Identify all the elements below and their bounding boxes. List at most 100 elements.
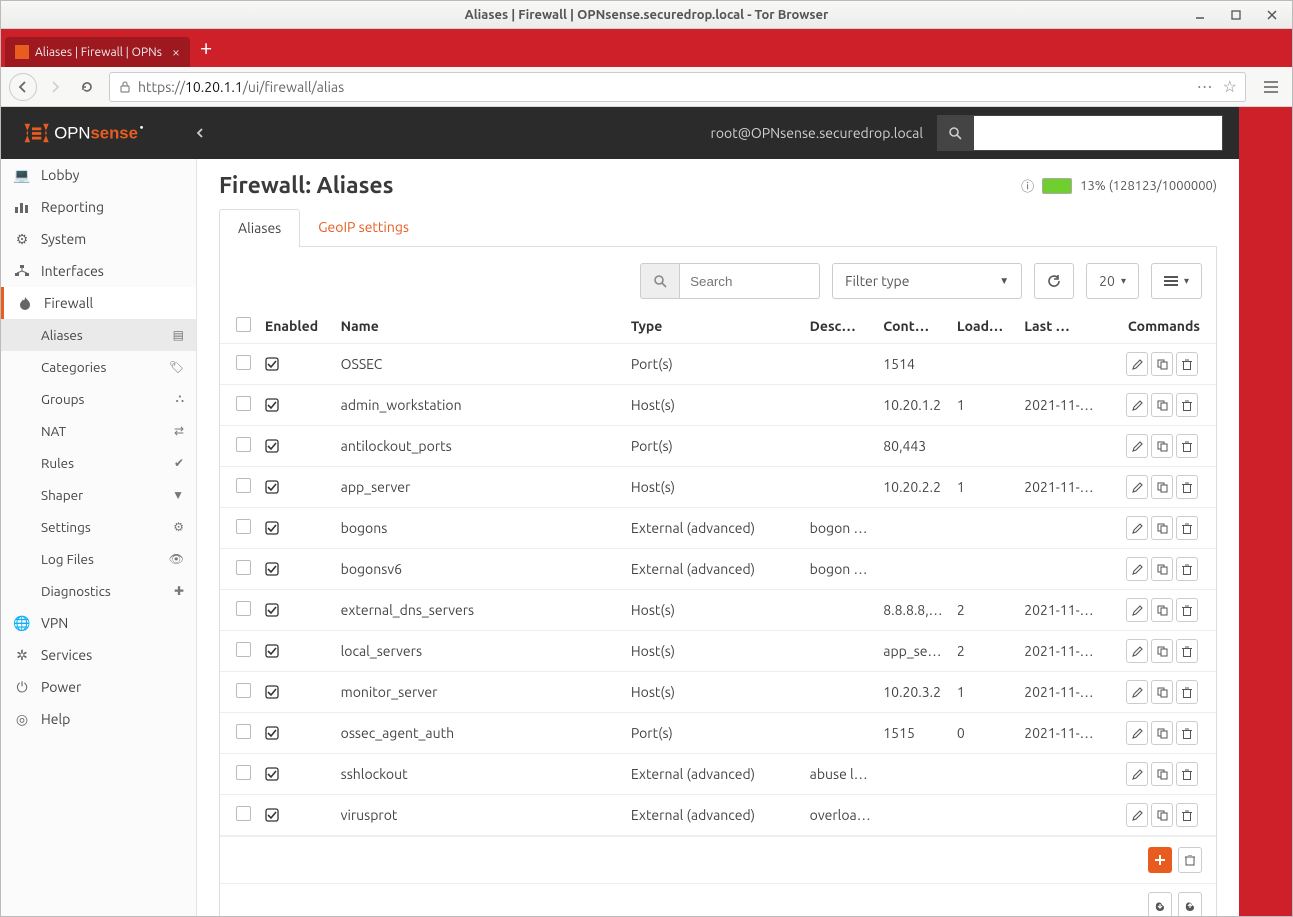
col-loaded[interactable]: Load… [951, 309, 1018, 344]
row-select-checkbox[interactable] [236, 806, 251, 821]
edit-button[interactable] [1126, 393, 1148, 417]
row-select-checkbox[interactable] [236, 396, 251, 411]
delete-button[interactable] [1176, 721, 1198, 745]
clone-button[interactable] [1151, 434, 1173, 458]
table-row[interactable]: admin_workstationHost(s)10.20.1.212021-1… [220, 385, 1216, 426]
delete-button[interactable] [1176, 639, 1198, 663]
edit-button[interactable] [1126, 352, 1148, 376]
table-row[interactable]: ossec_agent_authPort(s)151502021-11-… [220, 713, 1216, 754]
header-search-input[interactable] [973, 115, 1223, 151]
row-select-checkbox[interactable] [236, 478, 251, 493]
clone-button[interactable] [1151, 557, 1173, 581]
sidebar-sub-log-files[interactable]: Log Files👁 [1, 543, 196, 575]
back-button[interactable] [9, 73, 37, 101]
col-name[interactable]: Name [335, 309, 625, 344]
row-select-checkbox[interactable] [236, 683, 251, 698]
row-select-checkbox[interactable] [236, 642, 251, 657]
clone-button[interactable] [1151, 762, 1173, 786]
browser-tab[interactable]: Aliases | Firewall | OPNs × [5, 37, 190, 67]
sidebar-item-services[interactable]: ✲Services [1, 639, 196, 671]
edit-button[interactable] [1126, 434, 1148, 458]
edit-button[interactable] [1126, 598, 1148, 622]
upload-button[interactable] [1178, 892, 1202, 916]
sidebar-toggle-icon[interactable] [195, 126, 205, 140]
maximize-button[interactable] [1228, 7, 1244, 23]
filter-type-dropdown[interactable]: Filter type▼ [832, 263, 1022, 299]
info-circle-icon[interactable]: ⓘ [1021, 176, 1034, 195]
security-lock-icon[interactable] [118, 80, 132, 94]
sidebar-item-vpn[interactable]: 🌐VPN [1, 607, 196, 639]
current-user-label[interactable]: root@OPNsense.securedrop.local [711, 125, 923, 141]
close-tab-icon[interactable]: × [172, 44, 180, 60]
delete-button[interactable] [1176, 762, 1198, 786]
reload-button[interactable] [73, 73, 101, 101]
refresh-button[interactable] [1034, 263, 1074, 299]
header-search-button[interactable] [937, 115, 973, 151]
bookmark-star-icon[interactable]: ☆ [1223, 77, 1237, 96]
edit-button[interactable] [1126, 557, 1148, 581]
edit-button[interactable] [1126, 475, 1148, 499]
clone-button[interactable] [1151, 352, 1173, 376]
table-row[interactable]: sshlockoutExternal (advanced)abuse l… [220, 754, 1216, 795]
delete-button[interactable] [1176, 557, 1198, 581]
col-description[interactable]: Desc… [804, 309, 878, 344]
row-select-checkbox[interactable] [236, 560, 251, 575]
sidebar-item-firewall[interactable]: Firewall [1, 287, 196, 319]
table-search-input[interactable] [680, 263, 820, 299]
delete-button[interactable] [1176, 803, 1198, 827]
delete-button[interactable] [1176, 598, 1198, 622]
delete-button[interactable] [1176, 680, 1198, 704]
table-row[interactable]: bogonsExternal (advanced)bogon … [220, 508, 1216, 549]
table-row[interactable]: external_dns_serversHost(s)8.8.8.8,8…220… [220, 590, 1216, 631]
table-row[interactable]: app_serverHost(s)10.20.2.212021-11-… [220, 467, 1216, 508]
delete-button[interactable] [1176, 393, 1198, 417]
edit-button[interactable] [1126, 680, 1148, 704]
table-row[interactable]: antilockout_portsPort(s)80,443 [220, 426, 1216, 467]
clone-button[interactable] [1151, 639, 1173, 663]
edit-button[interactable] [1126, 721, 1148, 745]
table-row[interactable]: bogonsv6External (advanced)bogon … [220, 549, 1216, 590]
edit-button[interactable] [1126, 803, 1148, 827]
sidebar-sub-nat[interactable]: NAT⇄ [1, 415, 196, 447]
select-all-checkbox[interactable] [236, 317, 251, 332]
sidebar-sub-shaper[interactable]: Shaper▼ [1, 479, 196, 511]
clone-button[interactable] [1151, 803, 1173, 827]
clone-button[interactable] [1151, 475, 1173, 499]
address-bar[interactable]: https://10.20.1.1/ui/firewall/alias ⋯ ☆ [109, 72, 1246, 102]
page-actions-icon[interactable]: ⋯ [1197, 77, 1213, 96]
sidebar-sub-categories[interactable]: Categories🏷 [1, 351, 196, 383]
opnsense-logo[interactable]: OPN sense [17, 120, 177, 146]
download-button[interactable] [1148, 892, 1172, 916]
sidebar-item-lobby[interactable]: 💻Lobby [1, 159, 196, 191]
col-enabled[interactable]: Enabled [259, 309, 335, 344]
delete-selected-button[interactable] [1178, 847, 1202, 873]
table-row[interactable]: local_serversHost(s)app_ser…22021-11-… [220, 631, 1216, 672]
sidebar-item-help[interactable]: ◎Help [1, 703, 196, 735]
sidebar-sub-aliases[interactable]: Aliases▤ [1, 319, 196, 351]
delete-button[interactable] [1176, 352, 1198, 376]
search-icon[interactable] [640, 263, 680, 299]
clone-button[interactable] [1151, 516, 1173, 540]
sidebar-item-interfaces[interactable]: Interfaces [1, 255, 196, 287]
close-window-button[interactable] [1264, 7, 1280, 23]
col-last-updated[interactable]: Last … [1018, 309, 1100, 344]
row-select-checkbox[interactable] [236, 724, 251, 739]
sidebar-sub-rules[interactable]: Rules✔ [1, 447, 196, 479]
table-row[interactable]: monitor_serverHost(s)10.20.3.212021-11-… [220, 672, 1216, 713]
sidebar-sub-settings[interactable]: Settings⚙ [1, 511, 196, 543]
row-select-checkbox[interactable] [236, 519, 251, 534]
col-content[interactable]: Cont… [877, 309, 951, 344]
table-row[interactable]: OSSECPort(s)1514 [220, 344, 1216, 385]
edit-button[interactable] [1126, 639, 1148, 663]
hamburger-menu-button[interactable] [1256, 72, 1286, 102]
edit-button[interactable] [1126, 762, 1148, 786]
table-row[interactable]: virusprotExternal (advanced)overloa… [220, 795, 1216, 836]
clone-button[interactable] [1151, 598, 1173, 622]
col-type[interactable]: Type [625, 309, 804, 344]
tab-geoip[interactable]: GeoIP settings [299, 208, 428, 246]
page-size-dropdown[interactable]: 20▾ [1086, 263, 1139, 299]
tab-aliases[interactable]: Aliases [219, 209, 300, 247]
sidebar-sub-groups[interactable]: Groups⛬ [1, 383, 196, 415]
sidebar-item-power[interactable]: ⏻Power [1, 671, 196, 703]
row-select-checkbox[interactable] [236, 765, 251, 780]
